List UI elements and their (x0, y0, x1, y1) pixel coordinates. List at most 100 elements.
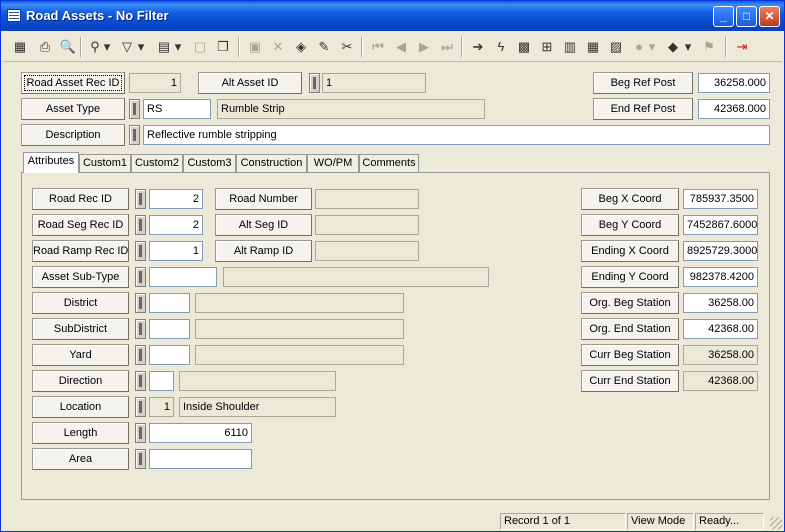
minimize-button[interactable]: _ (713, 6, 734, 27)
length-field[interactable]: 6110 (149, 423, 252, 443)
org-end-station-button[interactable]: Org. End Station (581, 318, 679, 340)
asset-sub-type-code-field[interactable] (149, 267, 217, 287)
filter-icon[interactable]: ▽ (116, 36, 138, 58)
title-bar[interactable]: Road Assets - No Filter _ □ ✕ (1, 1, 784, 31)
direction-code-field[interactable] (149, 371, 174, 391)
ending-y-coord-field[interactable]: 982378.4200 (683, 267, 758, 287)
chevron-down-icon[interactable]: ▾ (684, 36, 692, 58)
resize-grip-icon[interactable] (770, 517, 782, 529)
chevron-down-icon[interactable]: ▾ (648, 36, 656, 58)
area-button[interactable]: Area (32, 448, 129, 470)
location-indicator[interactable] (135, 397, 146, 417)
road-rec-id-field[interactable]: 2 (149, 189, 203, 209)
record-icon[interactable]: ▦ (9, 36, 31, 58)
tab-attributes[interactable]: Attributes (23, 152, 79, 173)
yard-button[interactable]: Yard (32, 344, 129, 366)
delete-icon[interactable]: ✕ (267, 36, 289, 58)
lightning-icon[interactable]: ϟ (490, 36, 512, 58)
close-button[interactable]: ✕ (759, 6, 780, 27)
asset-sub-type-indicator[interactable] (135, 267, 146, 287)
curr-beg-station-button[interactable]: Curr Beg Station (581, 344, 679, 366)
image-icon[interactable]: ▨ (605, 36, 627, 58)
yard-indicator[interactable] (135, 345, 146, 365)
chevron-down-icon[interactable]: ▾ (137, 36, 145, 58)
area-field[interactable] (149, 449, 252, 469)
chevron-down-icon[interactable]: ▾ (174, 36, 182, 58)
tab-wo-pm[interactable]: WO/PM (307, 154, 359, 172)
description-button[interactable]: Description (21, 124, 125, 146)
org-beg-station-field[interactable]: 36258.00 (683, 293, 758, 313)
save-icon[interactable]: ▣ (244, 36, 266, 58)
beg-ref-post-button[interactable]: Beg Ref Post (593, 72, 693, 94)
direction-button[interactable]: Direction (32, 370, 129, 392)
curr-end-station-button[interactable]: Curr End Station (581, 370, 679, 392)
district-code-field[interactable] (149, 293, 190, 313)
tab-custom2[interactable]: Custom2 (131, 154, 183, 172)
ending-x-coord-button[interactable]: Ending X Coord (581, 240, 679, 262)
asset-type-code-field[interactable]: RS (143, 99, 211, 119)
alt-ramp-id-button[interactable]: Alt Ramp ID (215, 240, 312, 262)
road-seg-rec-id-indicator[interactable] (135, 215, 146, 235)
location-button[interactable]: Location (32, 396, 129, 418)
end-ref-post-button[interactable]: End Ref Post (593, 98, 693, 120)
beg-x-coord-field[interactable]: 785937.3500 (683, 189, 758, 209)
district-button[interactable]: District (32, 292, 129, 314)
ending-x-coord-field[interactable]: 8925729.3000 (683, 241, 758, 261)
road-rec-id-indicator[interactable] (135, 189, 146, 209)
next-record-icon[interactable]: ▶ (413, 36, 435, 58)
tree-icon[interactable]: ⊞ (536, 36, 558, 58)
tab-construction[interactable]: Construction (236, 154, 307, 172)
area-indicator[interactable] (135, 449, 146, 469)
subdistrict-code-field[interactable] (149, 319, 190, 339)
org-end-station-field[interactable]: 42368.00 (683, 319, 758, 339)
road-seg-rec-id-field[interactable]: 2 (149, 215, 203, 235)
district-indicator[interactable] (135, 293, 146, 313)
direction-indicator[interactable] (135, 371, 146, 391)
road-asset-rec-id-button[interactable]: Road Asset Rec ID (21, 72, 125, 94)
chart-icon[interactable]: ▥ (559, 36, 581, 58)
map-icon[interactable]: ▩ (513, 36, 535, 58)
cut-icon[interactable]: ✂ (336, 36, 358, 58)
yard-code-field[interactable] (149, 345, 190, 365)
asset-type-button[interactable]: Asset Type (21, 98, 125, 120)
first-record-icon[interactable]: ⏮ (367, 36, 389, 58)
alt-seg-id-button[interactable]: Alt Seg ID (215, 214, 312, 236)
chevron-down-icon[interactable]: ▾ (103, 36, 111, 58)
subdistrict-indicator[interactable] (135, 319, 146, 339)
beg-y-coord-button[interactable]: Beg Y Coord (581, 214, 679, 236)
tab-custom3[interactable]: Custom3 (183, 154, 236, 172)
print-icon[interactable]: ⎙ (34, 36, 56, 58)
exit-icon[interactable]: ⇥ (731, 36, 753, 58)
edit-icon[interactable]: ✎ (313, 36, 335, 58)
print-preview-icon[interactable]: 🔍 (57, 36, 79, 58)
road-rec-id-button[interactable]: Road Rec ID (32, 188, 129, 210)
asset-sub-type-button[interactable]: Asset Sub-Type (32, 266, 129, 288)
description-indicator[interactable] (129, 125, 140, 145)
road-number-button[interactable]: Road Number (215, 188, 312, 210)
beg-ref-post-field[interactable]: 36258.000 (698, 73, 770, 93)
tab-custom1[interactable]: Custom1 (79, 154, 131, 172)
description-field[interactable]: Reflective rumble stripping (143, 125, 770, 145)
end-ref-post-field[interactable]: 42368.000 (698, 99, 770, 119)
road-ramp-rec-id-indicator[interactable] (135, 241, 146, 261)
asset-type-indicator[interactable] (129, 99, 140, 119)
flag-icon[interactable]: ⚑ (698, 36, 720, 58)
new-record-icon[interactable]: ▢ (189, 36, 211, 58)
globe-icon[interactable]: ● (628, 36, 650, 58)
length-button[interactable]: Length (32, 422, 129, 444)
road-seg-rec-id-button[interactable]: Road Seg Rec ID (32, 214, 129, 236)
last-record-icon[interactable]: ⏭ (436, 36, 458, 58)
alt-asset-id-button[interactable]: Alt Asset ID (198, 72, 302, 94)
prev-record-icon[interactable]: ◀ (390, 36, 412, 58)
org-beg-station-button[interactable]: Org. Beg Station (581, 292, 679, 314)
calculator-icon[interactable]: ▦ (582, 36, 604, 58)
ending-y-coord-button[interactable]: Ending Y Coord (581, 266, 679, 288)
copy-icon[interactable]: ❐ (212, 36, 234, 58)
maximize-button[interactable]: □ (736, 6, 757, 27)
beg-x-coord-button[interactable]: Beg X Coord (581, 188, 679, 210)
book-icon[interactable]: ◆ (662, 36, 684, 58)
tab-comments[interactable]: Comments (359, 154, 419, 172)
goto-icon[interactable]: ➔ (467, 36, 489, 58)
length-indicator[interactable] (135, 423, 146, 443)
beg-y-coord-field[interactable]: 7452867.6000 (683, 215, 758, 235)
